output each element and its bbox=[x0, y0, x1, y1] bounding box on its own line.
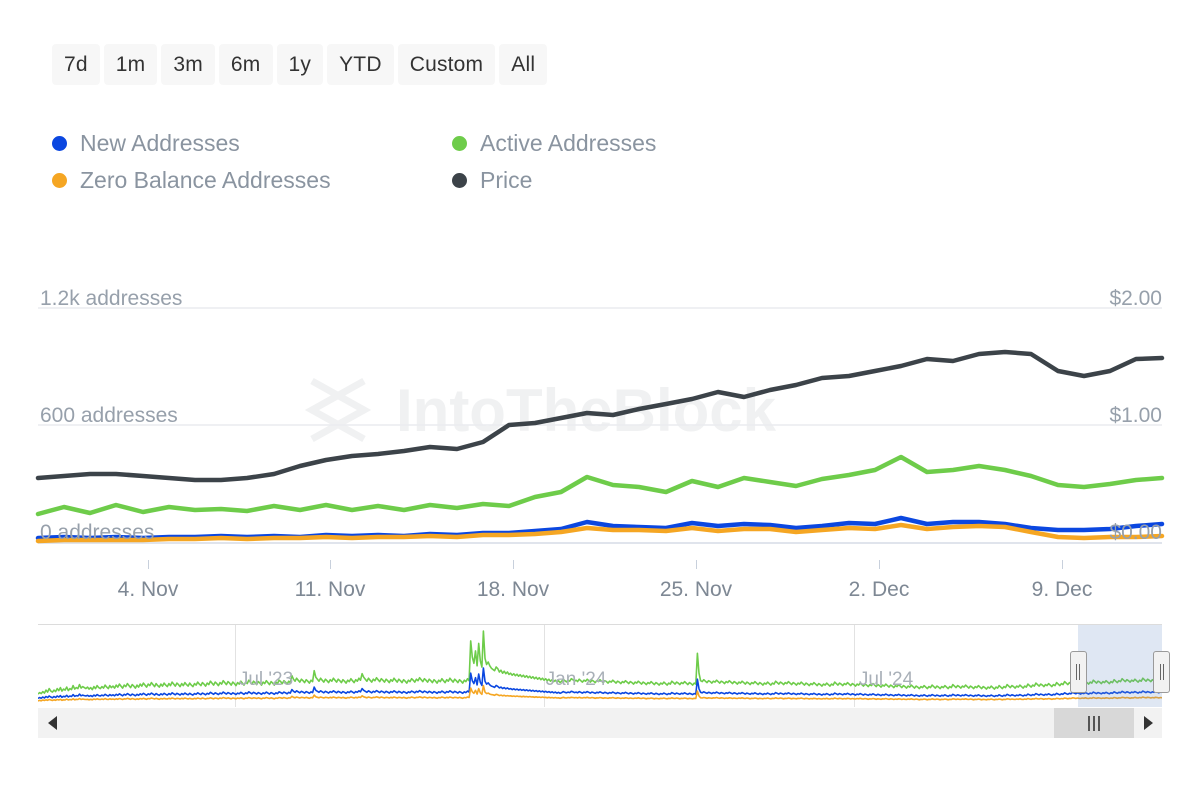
navigator-handle-right[interactable] bbox=[1153, 651, 1170, 693]
x-tick-mark bbox=[696, 560, 697, 569]
scroll-left-button[interactable] bbox=[38, 708, 66, 738]
range-button-all[interactable]: All bbox=[499, 44, 548, 85]
legend-label: Active Addresses bbox=[480, 130, 657, 156]
navigator-label: Jul '24 bbox=[858, 669, 914, 690]
arrow-right-icon bbox=[1143, 716, 1153, 730]
range-selector: 7d 1m 3m 6m 1y YTD Custom All bbox=[52, 44, 548, 85]
chart-widget: 7d 1m 3m 6m 1y YTD Custom All New Addres… bbox=[0, 0, 1200, 800]
x-tick-label: 25. Nov bbox=[659, 578, 733, 601]
scrollbar-thumb[interactable] bbox=[1053, 708, 1134, 738]
range-button-6m[interactable]: 6m bbox=[218, 44, 273, 85]
x-tick-label: 9. Dec bbox=[1031, 578, 1093, 601]
x-tick-mark bbox=[879, 560, 880, 569]
y-axis-label-top-right: $2.00 bbox=[1109, 287, 1162, 310]
plot-area: IntoTheBlock 1.2k addresses 600 addresse… bbox=[0, 270, 1200, 560]
range-button-3m[interactable]: 3m bbox=[161, 44, 215, 85]
x-tick-label: 18. Nov bbox=[476, 578, 550, 601]
range-button-1y[interactable]: 1y bbox=[276, 44, 324, 85]
legend-dot-icon bbox=[52, 136, 67, 151]
range-button-ytd[interactable]: YTD bbox=[327, 44, 394, 85]
x-tick-mark bbox=[1062, 560, 1063, 569]
legend-label: Price bbox=[480, 167, 533, 193]
x-tick-label: 2. Dec bbox=[848, 578, 910, 601]
range-button-7d[interactable]: 7d bbox=[52, 44, 100, 85]
range-button-custom[interactable]: Custom bbox=[397, 44, 496, 85]
y-axis-label-top-left: 1.2k addresses bbox=[40, 287, 183, 310]
legend-dot-icon bbox=[452, 136, 467, 151]
scroll-right-button[interactable] bbox=[1134, 708, 1162, 738]
navigator-series-canvas bbox=[38, 630, 1162, 702]
navigator-scrollbar[interactable] bbox=[38, 708, 1162, 738]
range-button-1m[interactable]: 1m bbox=[103, 44, 158, 85]
x-tick-label: 4. Nov bbox=[117, 578, 179, 601]
navigator[interactable]: Jul '23 Jan '24 Jul '24 bbox=[38, 624, 1170, 707]
x-tick-mark bbox=[513, 560, 514, 569]
y-axis-label-bottom-left: 0 addresses bbox=[40, 521, 155, 544]
legend-item-price[interactable]: Price bbox=[452, 169, 812, 192]
y-axis-label-mid-right: $1.00 bbox=[1109, 404, 1162, 427]
x-tick-label: 11. Nov bbox=[294, 578, 366, 601]
x-tick-mark bbox=[330, 560, 331, 569]
legend-item-active-addresses[interactable]: Active Addresses bbox=[452, 132, 812, 155]
navigator-label: Jul '23 bbox=[238, 669, 294, 690]
arrow-left-icon bbox=[47, 716, 57, 730]
y-axis-label-mid-left: 600 addresses bbox=[40, 404, 178, 427]
legend-item-zero-balance-addresses[interactable]: Zero Balance Addresses bbox=[52, 169, 452, 192]
legend-label: New Addresses bbox=[80, 130, 240, 156]
scrollbar-track[interactable] bbox=[66, 708, 1134, 738]
navigator-selected-range[interactable] bbox=[1077, 625, 1162, 707]
navigator-label: Jan '24 bbox=[545, 669, 607, 690]
legend-item-new-addresses[interactable]: New Addresses bbox=[52, 132, 452, 155]
navigator-handle-left[interactable] bbox=[1069, 651, 1087, 693]
x-tick-mark bbox=[148, 560, 149, 569]
y-axis-label-bottom-right: $0.00 bbox=[1109, 521, 1162, 544]
legend-dot-icon bbox=[452, 173, 467, 188]
series-canvas bbox=[35, 307, 1165, 544]
legend-label: Zero Balance Addresses bbox=[80, 167, 331, 193]
chart-legend: New Addresses Active Addresses Zero Bala… bbox=[52, 132, 812, 192]
legend-dot-icon bbox=[52, 173, 67, 188]
x-axis: 4. Nov 11. Nov 18. Nov 25. Nov 2. Dec 9.… bbox=[0, 560, 1200, 601]
